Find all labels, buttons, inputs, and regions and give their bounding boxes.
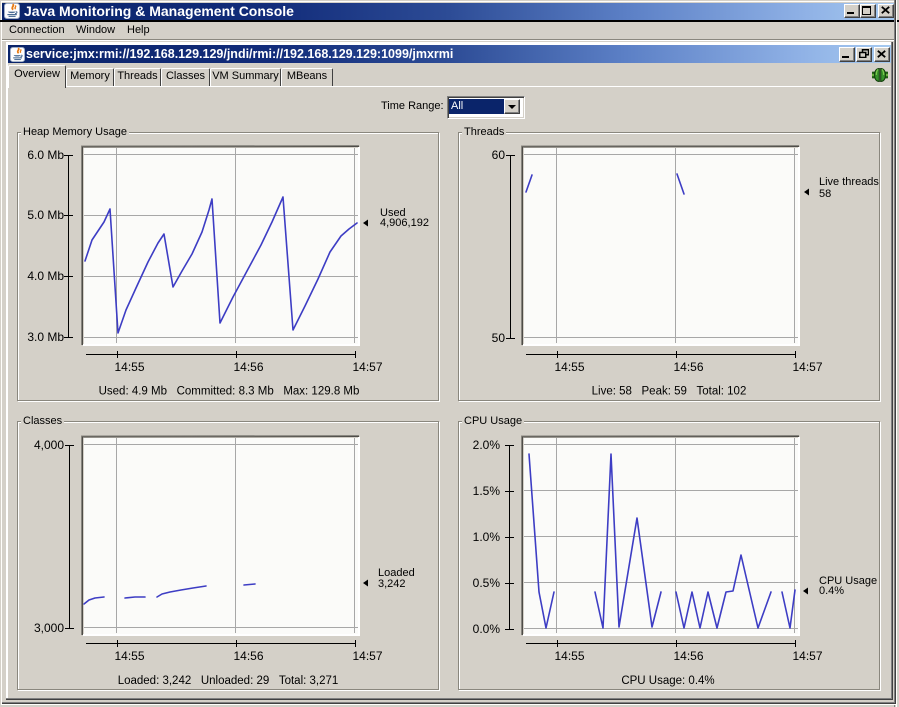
svg-text:14:57: 14:57 [793, 360, 823, 374]
svg-text:50: 50 [492, 331, 506, 345]
svg-text:60: 60 [492, 148, 506, 162]
svg-text:5.0 Mb: 5.0 Mb [27, 208, 64, 222]
svg-text:14:56: 14:56 [234, 360, 264, 374]
svg-text:14:57: 14:57 [353, 360, 383, 374]
svg-text:3,242: 3,242 [378, 578, 406, 590]
svg-text:Loaded: 3,242 Unloaded: 29: Loaded: 3,242 Unloaded: 29 Total: 3,271 [118, 675, 339, 687]
svg-text:14:57: 14:57 [793, 649, 823, 663]
svg-text:14:57: 14:57 [353, 649, 383, 663]
svg-text:3.0 Mb: 3.0 Mb [27, 330, 64, 344]
svg-text:1.0%: 1.0% [473, 530, 501, 544]
svg-text:0.5%: 0.5% [473, 576, 501, 590]
svg-text:CPU Usage: 0.4%: CPU Usage: 0.4% [621, 675, 714, 687]
svg-text:14:55: 14:55 [115, 649, 145, 663]
svg-text:4,906,192: 4,906,192 [380, 217, 429, 229]
svg-text:14:55: 14:55 [555, 360, 585, 374]
svg-text:1.5%: 1.5% [473, 484, 501, 498]
svg-text:4,000: 4,000 [34, 438, 64, 452]
svg-text:2.0%: 2.0% [473, 438, 501, 452]
svg-text:Used: 4.9 Mb Committed: 8.3: Used: 4.9 Mb Committed: 8.3 Mb Max: 129.… [99, 386, 360, 398]
svg-text:14:55: 14:55 [115, 360, 145, 374]
svg-text:Live threads: Live threads [819, 176, 879, 188]
svg-text:14:56: 14:56 [674, 649, 704, 663]
svg-text:6.0 Mb: 6.0 Mb [27, 148, 64, 162]
svg-text:14:56: 14:56 [674, 360, 704, 374]
svg-text:Live: 58 Peak: 59 Total: 1: Live: 58 Peak: 59 Total: 102 [592, 386, 747, 398]
svg-text:0.0%: 0.0% [473, 622, 501, 636]
svg-text:14:56: 14:56 [234, 649, 264, 663]
svg-text:4.0 Mb: 4.0 Mb [27, 269, 64, 283]
svg-text:14:55: 14:55 [555, 649, 585, 663]
svg-text:3,000: 3,000 [34, 621, 64, 635]
svg-text:0.4%: 0.4% [819, 585, 844, 597]
svg-text:58: 58 [819, 188, 831, 200]
